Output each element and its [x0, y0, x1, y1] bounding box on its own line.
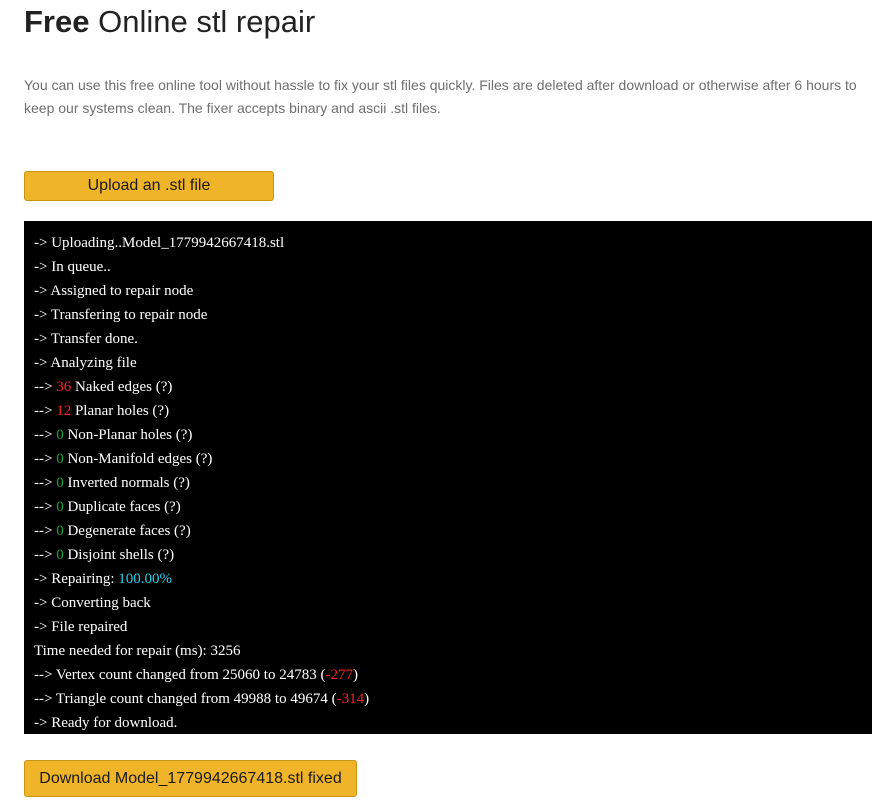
triangle-count-delta: -314: [336, 691, 365, 707]
log-line-transfer-done: -> Transfer done.: [34, 331, 138, 347]
check-degenerate-faces: --> 0 Degenerate faces (?): [34, 519, 872, 543]
vertex-count-text: --> Vertex count changed from 25060 to 2…: [34, 667, 326, 683]
log-line-file-repaired: -> File repaired: [34, 619, 128, 635]
check-label[interactable]: Degenerate faces (?): [64, 523, 190, 539]
page-title-rest: Online stl repair: [89, 4, 316, 39]
check-non-manifold-edges: --> 0 Non-Manifold edges (?): [34, 447, 872, 471]
log-line-in-queue: -> In queue..: [34, 259, 111, 275]
page-title-strong: Free: [24, 4, 90, 39]
check-label[interactable]: Non-Planar holes (?): [64, 427, 192, 443]
check-label[interactable]: Planar holes (?): [71, 403, 169, 419]
check-prefix: -->: [34, 379, 57, 395]
log-line-analyzing: -> Analyzing file: [34, 355, 137, 371]
check-prefix: -->: [34, 475, 57, 491]
check-prefix: -->: [34, 547, 57, 563]
log-line-converting: -> Converting back: [34, 595, 151, 611]
check-prefix: -->: [34, 499, 57, 515]
check-naked-edges: --> 36 Naked edges (?): [34, 375, 872, 399]
check-prefix: -->: [34, 403, 57, 419]
check-count: 12: [56, 403, 72, 419]
check-prefix: -->: [34, 523, 57, 539]
check-planar-holes: --> 12 Planar holes (?): [34, 399, 872, 423]
check-count: 0: [56, 547, 64, 563]
log-line-uploading: -> Uploading..Model_1779942667418.stl: [34, 235, 285, 251]
log-line-transfering: -> Transfering to repair node: [34, 307, 208, 323]
repair-log-console: -> Uploading..Model_1779942667418.stl ->…: [24, 221, 872, 734]
check-prefix: -->: [34, 451, 57, 467]
check-count: 0: [56, 475, 64, 491]
check-count: 0: [56, 427, 64, 443]
check-inverted-normals: --> 0 Inverted normals (?): [34, 471, 872, 495]
check-disjoint-shells: --> 0 Disjoint shells (?): [34, 543, 872, 567]
log-line-vertex-count: --> Vertex count changed from 25060 to 2…: [34, 663, 872, 687]
check-label[interactable]: Naked edges (?): [71, 379, 172, 395]
page-title: Free Online stl repair: [24, 2, 315, 42]
check-prefix: -->: [34, 427, 57, 443]
log-line-time-needed: Time needed for repair (ms): 3256: [34, 643, 241, 659]
check-label[interactable]: Non-Manifold edges (?): [64, 451, 212, 467]
log-line-assigned: -> Assigned to repair node: [34, 283, 194, 299]
triangle-count-close: ): [364, 691, 370, 707]
repair-progress-value: 100.00%: [118, 571, 173, 587]
check-count: 36: [56, 379, 72, 395]
download-fixed-button[interactable]: Download Model_1779942667418.stl fixed: [24, 760, 357, 797]
log-line-triangle-count: --> Triangle count changed from 49988 to…: [34, 687, 872, 711]
check-label[interactable]: Inverted normals (?): [64, 475, 189, 491]
check-duplicate-faces: --> 0 Duplicate faces (?): [34, 495, 872, 519]
vertex-count-delta: -277: [325, 667, 353, 683]
check-non-planar-holes: --> 0 Non-Planar holes (?): [34, 423, 872, 447]
check-count: 0: [56, 451, 64, 467]
check-count: 0: [56, 499, 64, 515]
intro-text: You can use this free online tool withou…: [24, 77, 857, 116]
upload-button[interactable]: Upload an .stl file: [24, 171, 274, 201]
check-count: 0: [56, 523, 64, 539]
check-label[interactable]: Disjoint shells (?): [64, 547, 174, 563]
check-label[interactable]: Duplicate faces (?): [64, 499, 180, 515]
triangle-count-text: --> Triangle count changed from 49988 to…: [34, 691, 337, 707]
vertex-count-close: ): [352, 667, 358, 683]
log-line-repairing: -> Repairing: 100.00%: [34, 567, 872, 591]
repairing-label: -> Repairing:: [34, 571, 119, 587]
log-line-ready: -> Ready for download.: [34, 715, 178, 731]
